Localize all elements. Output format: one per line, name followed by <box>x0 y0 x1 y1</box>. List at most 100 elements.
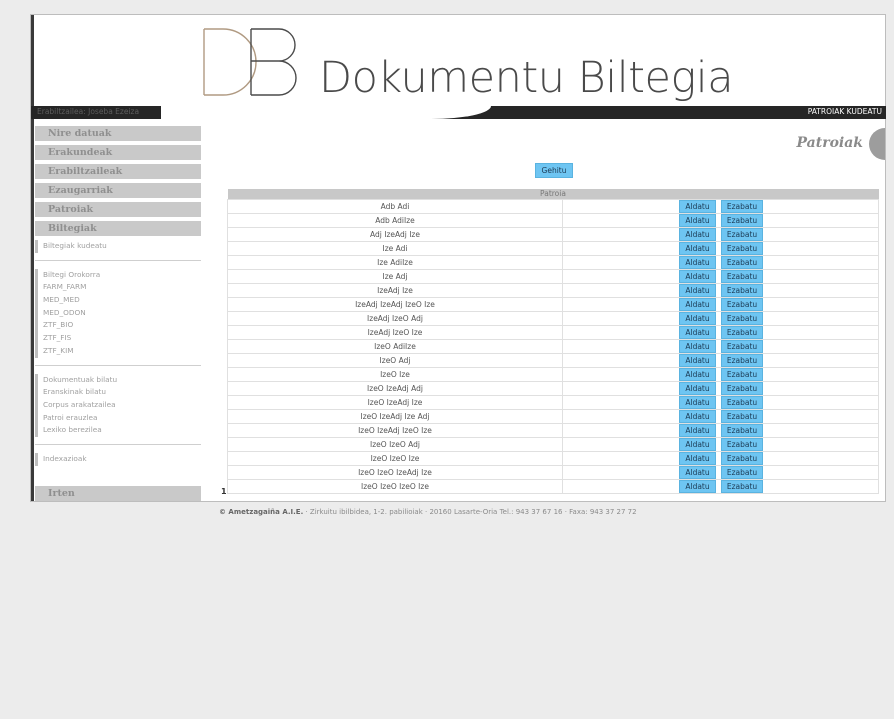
sidebar-repo-item[interactable]: ZTF_FIS <box>35 332 201 345</box>
sidebar-tool-item[interactable]: Lexiko berezilea <box>35 424 201 437</box>
edit-button[interactable]: Aldatu <box>679 396 716 409</box>
sidebar-link-indexing[interactable]: Indexazioak <box>35 452 201 466</box>
edit-button[interactable]: Aldatu <box>679 298 716 311</box>
pattern-name: IzeO IzeO IzeO Ize <box>227 479 563 494</box>
edit-button[interactable]: Aldatu <box>679 326 716 339</box>
edit-button[interactable]: Aldatu <box>679 466 716 479</box>
edit-button[interactable]: Aldatu <box>679 270 716 283</box>
db-logo-mark <box>203 28 297 96</box>
sidebar-tool-item[interactable]: Eranskinak bilatu <box>35 386 201 399</box>
edit-button[interactable]: Aldatu <box>679 480 716 493</box>
logout-button[interactable]: Irten <box>35 485 201 501</box>
row-actions: Aldatu Ezabatu <box>562 423 879 438</box>
table-row: Adb AdiIze Aldatu Ezabatu <box>227 213 879 228</box>
pattern-name: Ize Adi <box>227 241 563 256</box>
divider <box>35 443 201 445</box>
header-bar: Erabiltzailea: Joseba Ezeiza PATROIAK KU… <box>31 106 886 119</box>
add-button[interactable]: Gehitu <box>535 163 573 178</box>
delete-button[interactable]: Ezabatu <box>721 256 763 269</box>
edit-button[interactable]: Aldatu <box>679 354 716 367</box>
delete-button[interactable]: Ezabatu <box>721 424 763 437</box>
sidebar-repo-item[interactable]: MED_MED <box>35 294 201 307</box>
sidebar-link-manage[interactable]: Biltegiak kudeatu <box>35 240 201 253</box>
pattern-name: IzeO IzeO Adj <box>227 437 563 452</box>
row-actions: Aldatu Ezabatu <box>562 311 879 326</box>
sidebar-menu-erakundeak[interactable]: Erakundeak <box>35 145 201 160</box>
pattern-name: IzeO AdiIze <box>227 339 563 354</box>
delete-button[interactable]: Ezabatu <box>721 382 763 395</box>
repository-list: Biltegi Orokorra FARM_FARM MED_MED MED_ODON… <box>35 268 201 358</box>
row-actions: Aldatu Ezabatu <box>562 353 879 368</box>
edit-button[interactable]: Aldatu <box>679 242 716 255</box>
sidebar-repo-item[interactable]: FARM_FARM <box>35 281 201 295</box>
sidebar-repo-item[interactable]: Biltegi Orokorra <box>35 268 201 282</box>
page-number[interactable]: 1 <box>221 487 227 496</box>
edit-button[interactable]: Aldatu <box>679 228 716 241</box>
divider <box>35 364 201 366</box>
sidebar-menu: Nire datuak Erakundeak Erabiltzaileak Ezaug… <box>35 126 201 236</box>
row-actions: Aldatu Ezabatu <box>562 451 879 466</box>
edit-button[interactable]: Aldatu <box>679 340 716 353</box>
edit-button[interactable]: Aldatu <box>679 452 716 465</box>
sidebar-menu-nire-datuak[interactable]: Nire datuak <box>35 126 201 141</box>
table-row: IzeAdj IzeO Adj Aldatu Ezabatu <box>227 311 879 326</box>
edit-button[interactable]: Aldatu <box>679 200 716 213</box>
delete-button[interactable]: Ezabatu <box>721 410 763 423</box>
delete-button[interactable]: Ezabatu <box>721 438 763 451</box>
delete-button[interactable]: Ezabatu <box>721 480 763 493</box>
row-actions: Aldatu Ezabatu <box>562 437 879 452</box>
row-actions: Aldatu Ezabatu <box>562 255 879 270</box>
delete-button[interactable]: Ezabatu <box>721 214 763 227</box>
sidebar-menu-erabiltzaileak[interactable]: Erabiltzaileak <box>35 164 201 179</box>
sidebar-tool-item[interactable]: Corpus arakatzailea <box>35 398 201 412</box>
sidebar-menu-biltegiak[interactable]: Biltegiak <box>35 221 201 236</box>
pattern-name: Adj IzeAdj Ize <box>227 227 563 242</box>
delete-button[interactable]: Ezabatu <box>721 396 763 409</box>
table-row: IzeO AdiIze Aldatu Ezabatu <box>227 339 879 354</box>
edit-button[interactable]: Aldatu <box>679 438 716 451</box>
pattern-name: IzeO IzeAdj Ize <box>227 395 563 410</box>
row-actions: Aldatu Ezabatu <box>562 269 879 284</box>
delete-button[interactable]: Ezabatu <box>721 326 763 339</box>
delete-button[interactable]: Ezabatu <box>721 312 763 325</box>
edit-button[interactable]: Aldatu <box>679 382 716 395</box>
edit-button[interactable]: Aldatu <box>679 256 716 269</box>
sidebar-menu-ezaugarriak[interactable]: Ezaugarriak <box>35 183 201 198</box>
pattern-name: Ize Adj <box>227 269 563 284</box>
sidebar-repo-item[interactable]: ZTF_BIO <box>35 319 201 333</box>
row-actions: Aldatu Ezabatu <box>562 297 879 312</box>
footer-company: © Ametzagaiña A.I.E. <box>219 508 304 516</box>
user-label: Erabiltzailea: Joseba Ezeiza <box>37 107 140 116</box>
delete-button[interactable]: Ezabatu <box>721 452 763 465</box>
table-row: IzeAdj Ize Aldatu Ezabatu <box>227 283 879 298</box>
table-row: IzeAdj IzeAdj IzeO Ize Aldatu Ezabatu <box>227 297 879 312</box>
sidebar-tool-item[interactable]: Patroi erauzlea <box>35 411 201 425</box>
delete-button[interactable]: Ezabatu <box>721 228 763 241</box>
edit-button[interactable]: Aldatu <box>679 410 716 423</box>
row-actions: Aldatu Ezabatu <box>562 479 879 494</box>
edit-button[interactable]: Aldatu <box>679 312 716 325</box>
delete-button[interactable]: Ezabatu <box>721 242 763 255</box>
delete-button[interactable]: Ezabatu <box>721 368 763 381</box>
delete-button[interactable]: Ezabatu <box>721 340 763 353</box>
edit-button[interactable]: Aldatu <box>679 284 716 297</box>
row-actions: Aldatu Ezabatu <box>562 465 879 480</box>
delete-button[interactable]: Ezabatu <box>721 354 763 367</box>
edit-button[interactable]: Aldatu <box>679 214 716 227</box>
edit-button[interactable]: Aldatu <box>679 368 716 381</box>
delete-button[interactable]: Ezabatu <box>721 200 763 213</box>
delete-button[interactable]: Ezabatu <box>721 298 763 311</box>
pattern-name: IzeAdj IzeO Adj <box>227 311 563 326</box>
table-row: IzeO IzeAdj IzeO Ize Aldatu Ezabatu <box>227 423 879 438</box>
delete-button[interactable]: Ezabatu <box>721 466 763 479</box>
table-row: IzeO IzeAdj Adj Aldatu Ezabatu <box>227 381 879 396</box>
edit-button[interactable]: Aldatu <box>679 424 716 437</box>
delete-button[interactable]: Ezabatu <box>721 270 763 283</box>
delete-button[interactable]: Ezabatu <box>721 284 763 297</box>
footer: © Ametzagaiña A.I.E. · Zirkuitu ibilbide… <box>219 508 637 516</box>
sidebar-menu-patroiak[interactable]: Patroiak <box>35 202 201 217</box>
pattern-name: IzeO Ize <box>227 367 563 382</box>
sidebar-repo-item[interactable]: MED_ODON <box>35 306 201 320</box>
sidebar-tool-item[interactable]: Dokumentuak bilatu <box>35 373 201 387</box>
sidebar-repo-item[interactable]: ZTF_KIM <box>35 344 201 358</box>
